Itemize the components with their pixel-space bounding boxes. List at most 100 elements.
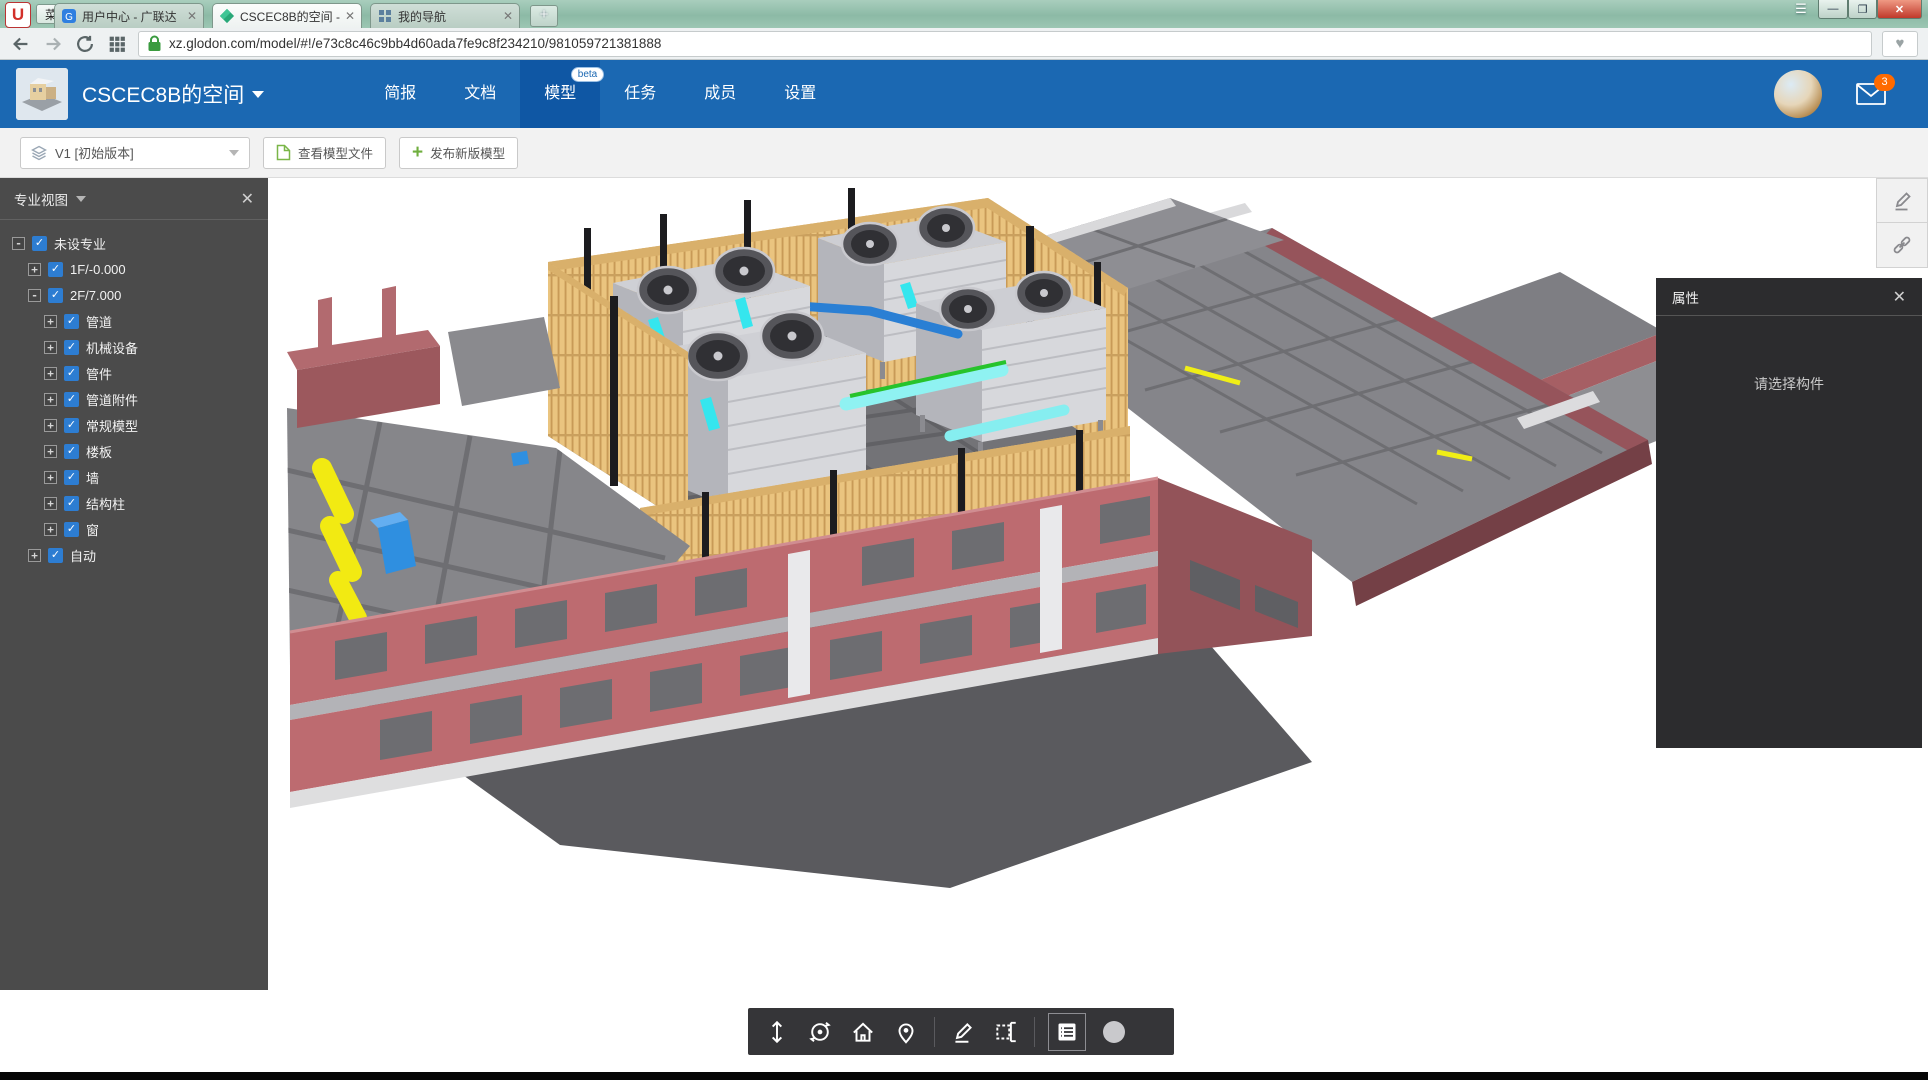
beta-badge: beta	[571, 67, 604, 82]
expander-icon[interactable]: +	[28, 549, 41, 562]
tree-row[interactable]: -2F/7.000	[0, 282, 268, 308]
model-version-toolbar: V1 [初始版本] 查看模型文件 + 发布新版模型	[0, 128, 1928, 178]
tree-row[interactable]: +管道附件	[0, 386, 268, 412]
nav-item-model[interactable]: 模型beta	[520, 60, 600, 128]
tree-row[interactable]: +1F/-0.000	[0, 256, 268, 282]
speed-dial-grid-icon[interactable]	[106, 33, 128, 55]
workspace-logo-thumbnail[interactable]	[16, 68, 68, 120]
tree-row[interactable]: -未设专业	[0, 230, 268, 256]
checkbox-checked-icon[interactable]	[64, 470, 79, 485]
tree-row[interactable]: +自动	[0, 542, 268, 568]
tree-row[interactable]: +结构柱	[0, 490, 268, 516]
window-menu-icon[interactable]: ☰	[1784, 0, 1818, 20]
panel-title: 专业视图	[14, 189, 68, 209]
expander-icon[interactable]: +	[44, 367, 57, 380]
browser-tab-workspace[interactable]: CSCEC8B的空间 - 协筑 ✕	[212, 3, 362, 28]
plus-icon: +	[412, 143, 423, 162]
document-icon	[276, 144, 291, 161]
component-list-button[interactable]	[1048, 1013, 1086, 1051]
checkbox-checked-icon[interactable]	[64, 314, 79, 329]
expander-icon[interactable]: +	[44, 497, 57, 510]
checkbox-checked-icon[interactable]	[48, 548, 63, 563]
tab-favicon-icon	[219, 8, 235, 24]
markup-button[interactable]	[948, 1017, 978, 1047]
markup-pencil-icon	[1890, 189, 1914, 213]
tree-row[interactable]: +楼板	[0, 438, 268, 464]
expander-icon[interactable]: +	[44, 471, 57, 484]
browser-logo-icon[interactable]: U	[5, 2, 31, 28]
component-list-icon	[1055, 1020, 1079, 1044]
forward-icon[interactable]	[42, 33, 64, 55]
avatar[interactable]	[1774, 70, 1822, 118]
expander-icon[interactable]: +	[44, 341, 57, 354]
checkbox-checked-icon[interactable]	[64, 340, 79, 355]
tree-row[interactable]: +管件	[0, 360, 268, 386]
markup-pencil-icon	[950, 1019, 976, 1045]
checkbox-checked-icon[interactable]	[48, 288, 63, 303]
tree-row[interactable]: +墙	[0, 464, 268, 490]
link-button[interactable]	[1876, 223, 1928, 268]
browser-window: U 菜单 G 用户中心 - 广联达 ✕ CSCEC8B的空间 - 协筑 ✕ 我的…	[0, 0, 1928, 1080]
panel-title: 属性	[1672, 287, 1699, 307]
tree-row[interactable]: +管道	[0, 308, 268, 334]
checkbox-checked-icon[interactable]	[64, 496, 79, 511]
version-selector[interactable]: V1 [初始版本]	[20, 137, 250, 169]
expander-icon[interactable]: +	[44, 523, 57, 536]
mail-icon[interactable]: 3	[1856, 83, 1886, 105]
move-vertical-button[interactable]	[762, 1017, 792, 1047]
chevron-down-icon[interactable]	[76, 196, 86, 202]
minimize-button[interactable]: —	[1818, 0, 1848, 19]
nav-item-settings[interactable]: 设置	[760, 60, 840, 128]
tab-close-icon[interactable]: ✕	[187, 9, 197, 23]
markup-pencil-button[interactable]	[1876, 178, 1928, 223]
record-circle-button[interactable]	[1099, 1017, 1129, 1047]
nav-item-briefing[interactable]: 简报	[360, 60, 440, 128]
publish-new-version-button[interactable]: + 发布新版模型	[399, 137, 518, 169]
new-tab-button[interactable]: +	[530, 5, 558, 27]
expander-icon[interactable]: +	[28, 263, 41, 276]
expander-icon[interactable]: +	[44, 445, 57, 458]
home-view-button[interactable]	[848, 1017, 878, 1047]
checkbox-checked-icon[interactable]	[64, 366, 79, 381]
close-icon[interactable]: ✕	[241, 189, 254, 209]
close-button[interactable]: ✕	[1877, 0, 1922, 19]
nav-item-tasks[interactable]: 任务	[600, 60, 680, 128]
browser-tab-user-center[interactable]: G 用户中心 - 广联达 ✕	[54, 3, 204, 28]
orbit-button[interactable]	[805, 1017, 835, 1047]
walkthrough-pin-button[interactable]	[891, 1017, 921, 1047]
address-bar[interactable]: xz.glodon.com/model/#!/e73c8c46c9bb4d60a…	[138, 31, 1872, 57]
close-icon[interactable]: ✕	[1893, 287, 1906, 307]
nav-item-members[interactable]: 成员	[680, 60, 760, 128]
checkbox-checked-icon[interactable]	[32, 236, 47, 251]
tree-row[interactable]: +机械设备	[0, 334, 268, 360]
tree-row[interactable]: +常规模型	[0, 412, 268, 438]
expander-icon[interactable]: -	[28, 289, 41, 302]
checkbox-checked-icon[interactable]	[64, 392, 79, 407]
back-icon[interactable]	[10, 33, 32, 55]
checkbox-checked-icon[interactable]	[48, 262, 63, 277]
section-box-button[interactable]	[991, 1017, 1021, 1047]
view-model-file-button[interactable]: 查看模型文件	[263, 137, 386, 169]
home-view-icon	[850, 1019, 876, 1045]
tab-close-icon[interactable]: ✕	[345, 9, 355, 23]
maximize-button[interactable]: ❐	[1848, 0, 1877, 19]
expander-icon[interactable]: +	[44, 393, 57, 406]
tree-row[interactable]: +窗	[0, 516, 268, 542]
checkbox-checked-icon[interactable]	[64, 444, 79, 459]
panel-header: 属性 ✕	[1656, 278, 1922, 316]
browser-tab-navigation[interactable]: 我的导航 ✕	[370, 3, 520, 28]
checkbox-checked-icon[interactable]	[64, 418, 79, 433]
checkbox-checked-icon[interactable]	[64, 522, 79, 537]
tab-favicon-icon	[377, 8, 393, 24]
expander-icon[interactable]: +	[44, 419, 57, 432]
layers-icon	[31, 145, 47, 161]
nav-item-documents[interactable]: 文档	[440, 60, 520, 128]
favorite-heart-icon[interactable]: ♥	[1882, 31, 1918, 57]
expander-icon[interactable]: -	[12, 237, 25, 250]
workspace-title[interactable]: CSCEC8B的空间	[82, 79, 264, 109]
panel-header: 专业视图 ✕	[0, 178, 268, 220]
tab-close-icon[interactable]: ✕	[503, 9, 513, 23]
refresh-icon[interactable]	[74, 33, 96, 55]
fan-icon	[918, 207, 974, 249]
expander-icon[interactable]: +	[44, 315, 57, 328]
